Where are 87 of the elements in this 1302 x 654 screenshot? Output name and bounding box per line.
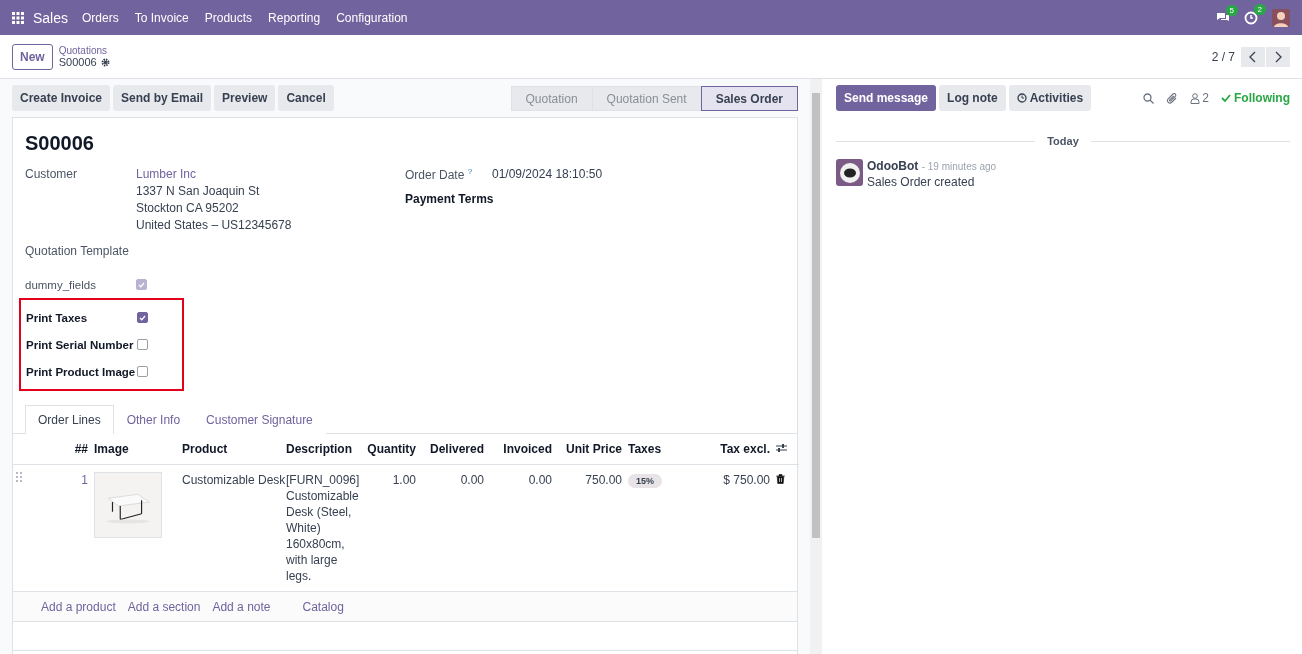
invoiced-value: 0.00 xyxy=(528,472,552,487)
description-text: [FURN_0096] Customizable Desk (Steel, White) 160x80cm, with large legs. xyxy=(286,472,360,583)
app-name[interactable]: Sales xyxy=(33,9,69,26)
address-line: 1337 N San Joaquin St xyxy=(136,184,261,198)
column-header[interactable]: ## xyxy=(13,434,91,464)
paperclip-icon[interactable] xyxy=(1166,92,1179,104)
field-label: Print Taxes xyxy=(26,311,89,324)
add-link[interactable]: Catalog xyxy=(302,599,344,613)
quantity-value: 1.00 xyxy=(392,472,416,487)
drag-handle-icon[interactable] xyxy=(16,471,22,482)
pager-value: 2 / 7 xyxy=(1211,49,1235,64)
column-header[interactable]: Product xyxy=(179,434,283,464)
line-number: 1 xyxy=(81,471,88,488)
checkbox[interactable] xyxy=(137,312,148,323)
user-avatar[interactable] xyxy=(1272,8,1290,27)
subtotal-value: $ 750.00 xyxy=(723,472,770,487)
action-button[interactable]: Send by Email xyxy=(113,85,212,111)
bot-avatar xyxy=(836,159,863,186)
person-icon[interactable] xyxy=(1190,92,1201,104)
message-time: - 19 minutes ago xyxy=(921,161,997,172)
add-link[interactable]: Add a note xyxy=(212,599,271,613)
action-button[interactable]: Preview xyxy=(214,85,276,111)
follower-count: 2 xyxy=(1202,91,1209,105)
unit-price-value: 750.00 xyxy=(585,472,622,487)
scrollbar[interactable] xyxy=(810,79,822,654)
chat-icon[interactable] xyxy=(1216,11,1230,24)
breadcrumb-link[interactable]: Quotations xyxy=(58,45,110,56)
activity-count-badge: 2 xyxy=(1253,3,1266,15)
chatter-button[interactable]: Send message xyxy=(836,85,937,111)
gear-icon[interactable] xyxy=(100,57,110,67)
add-link[interactable]: Add a product xyxy=(41,599,116,613)
apps-menu-icon[interactable] xyxy=(12,11,24,24)
field-label: Print Product Image xyxy=(26,365,137,378)
add-link[interactable]: Add a section xyxy=(127,599,201,613)
message-author: OdooBot xyxy=(867,159,919,173)
column-settings-icon[interactable] xyxy=(776,442,787,453)
customer-link[interactable]: Lumber Inc xyxy=(136,167,405,181)
check-icon xyxy=(1221,94,1231,102)
column-header[interactable]: Unit Price xyxy=(555,434,625,464)
field-label: Customer xyxy=(25,167,78,183)
next-button[interactable] xyxy=(1266,46,1290,67)
delivered-value: 0.00 xyxy=(460,472,484,487)
tax-tag: 15% xyxy=(628,473,662,488)
column-header[interactable]: Taxes xyxy=(625,434,685,464)
status-stage[interactable]: Sales Order xyxy=(700,85,798,111)
date-separator: Today xyxy=(1047,135,1079,147)
previous-button[interactable] xyxy=(1241,46,1265,67)
chevron-right-icon xyxy=(1274,50,1282,63)
column-header[interactable]: Delivered xyxy=(419,434,487,464)
column-header[interactable]: Image xyxy=(91,434,179,464)
menu-item[interactable]: Configuration xyxy=(336,10,408,25)
menu-item[interactable]: Reporting xyxy=(268,10,321,25)
help-mark[interactable]: ? xyxy=(467,167,473,176)
action-button[interactable]: Cancel xyxy=(278,85,334,111)
address-line: Stockton CA 95202 xyxy=(136,201,240,215)
checkbox[interactable] xyxy=(137,339,148,350)
field-label: Order Date $^{?}$ xyxy=(405,167,474,182)
action-button[interactable]: Create Invoice xyxy=(12,85,111,111)
chatter-button[interactable]: Activities xyxy=(1008,85,1092,111)
chevron-left-icon xyxy=(1249,50,1257,63)
field-label: dummy_fields xyxy=(25,278,97,291)
trash-icon[interactable] xyxy=(776,473,785,484)
message-body: Sales Order created xyxy=(867,175,976,189)
menu-item[interactable]: Orders xyxy=(82,10,119,25)
search-icon[interactable] xyxy=(1143,92,1155,104)
checkbox[interactable] xyxy=(137,366,148,377)
menu-item[interactable]: Products xyxy=(204,10,253,25)
tab[interactable]: Order Lines xyxy=(25,405,114,434)
column-header[interactable]: Invoiced xyxy=(487,434,555,464)
following-button[interactable]: Following xyxy=(1221,91,1290,105)
chatter-button[interactable]: Log note xyxy=(939,85,1006,111)
column-header[interactable]: Tax excl. xyxy=(685,434,773,464)
column-header[interactable]: Description xyxy=(283,434,357,464)
product-name: Customizable Desk xyxy=(182,472,286,487)
field-label: Quotation Template xyxy=(25,244,130,258)
menu-item[interactable]: To Invoice xyxy=(134,10,189,25)
field-label: Print Serial Number xyxy=(26,338,135,351)
field-label: Payment Terms xyxy=(405,192,492,206)
clock-icon xyxy=(1016,93,1027,103)
order-date-value: 01/09/2024 18:10:50 xyxy=(492,167,604,182)
address-line: United States – US12345678 xyxy=(136,218,293,232)
new-button[interactable]: New xyxy=(12,43,53,70)
record-title: S00006 xyxy=(24,131,95,156)
clock-icon[interactable] xyxy=(1244,10,1258,25)
message-count-badge: 5 xyxy=(1225,4,1238,16)
column-header[interactable]: Quantity xyxy=(357,434,419,464)
record-name: S00006 xyxy=(58,56,97,68)
